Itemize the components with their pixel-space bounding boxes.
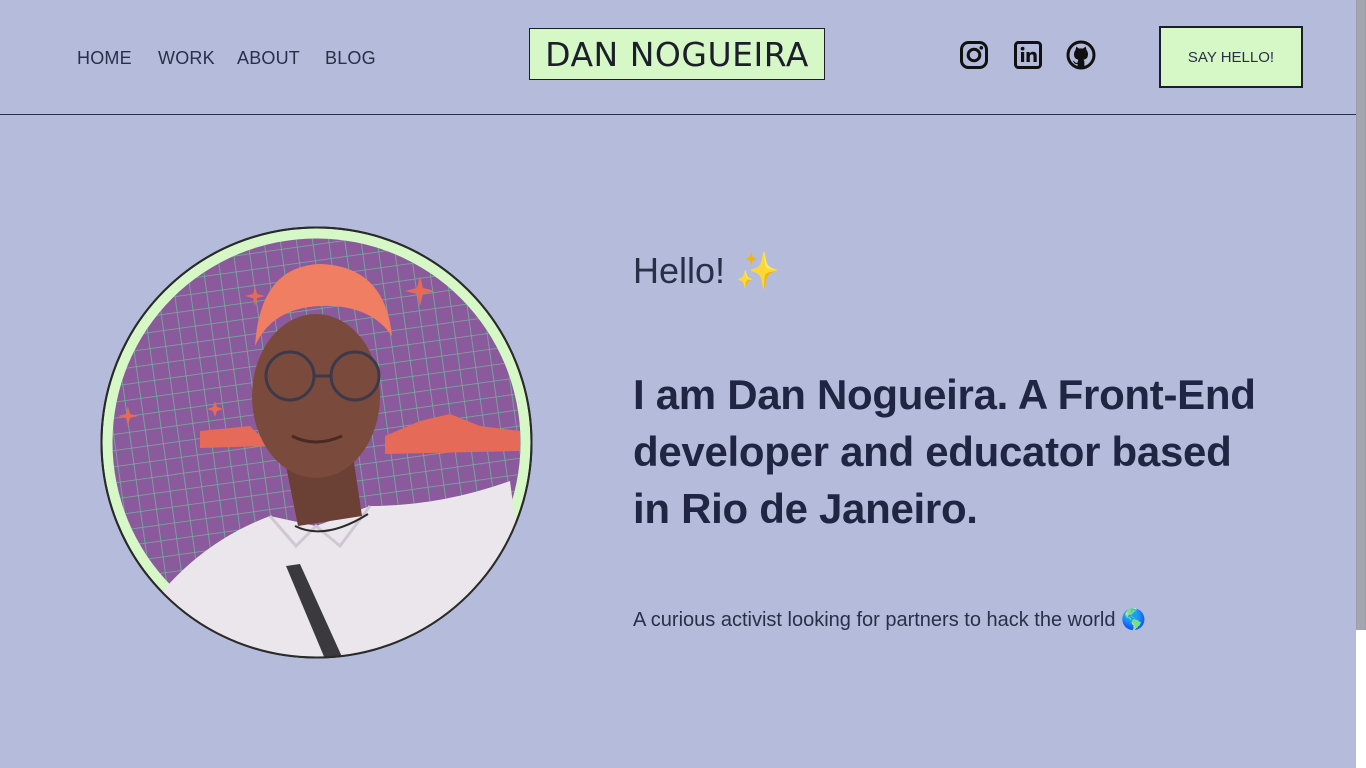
linkedin-icon[interactable] [1013,40,1043,70]
greeting-text: Hello! ✨ [633,250,780,291]
say-hello-button[interactable]: SAY HELLO! [1159,26,1303,88]
hero-tagline: A curious activist looking for partners … [633,609,1146,631]
nav-blog[interactable]: BLOG [325,47,376,69]
nav-work[interactable]: WORK [158,47,215,69]
page: HOME WORK ABOUT BLOG DAN NOGUEIRA SAY HE… [0,0,1356,768]
instagram-icon[interactable] [959,40,989,70]
scrollbar-thumb[interactable] [1357,0,1365,630]
hero-headline: I am Dan Nogueira. A Front-End developer… [633,371,1256,532]
site-header: HOME WORK ABOUT BLOG DAN NOGUEIRA SAY HE… [0,0,1356,115]
scrollbar[interactable] [1356,0,1366,630]
profile-photo [100,226,533,659]
nav-about[interactable]: ABOUT [237,47,300,69]
site-logo[interactable]: DAN NOGUEIRA [529,28,825,80]
github-icon[interactable] [1066,40,1096,70]
nav-home[interactable]: HOME [77,47,132,69]
